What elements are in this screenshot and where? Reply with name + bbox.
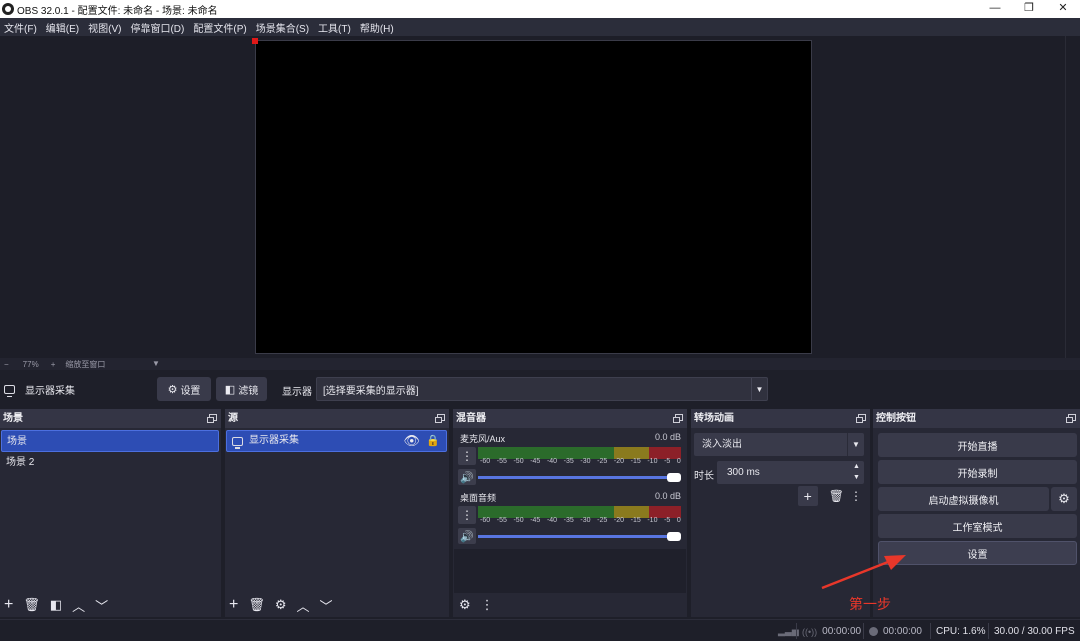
stream-icon: ((•)) [802,626,818,637]
cpu-usage: CPU: 1.6% [936,626,986,637]
annotation-arrow [821,555,906,590]
record-icon [869,627,878,636]
record-status: 00:00:00 [869,626,922,637]
fps-indicator: 30.00 / 30.00 FPS [994,626,1075,637]
stream-time: 00:00:00 [822,626,862,637]
stream-status: ((•)) 00:00:00 [802,626,861,637]
status-bar: ▂▃▅ ((•)) 00:00:00 00:00:00 CPU: 1.6% 30… [0,619,1080,641]
record-time: 00:00:00 [883,626,922,637]
annotation-label: 第一步 [849,596,891,612]
